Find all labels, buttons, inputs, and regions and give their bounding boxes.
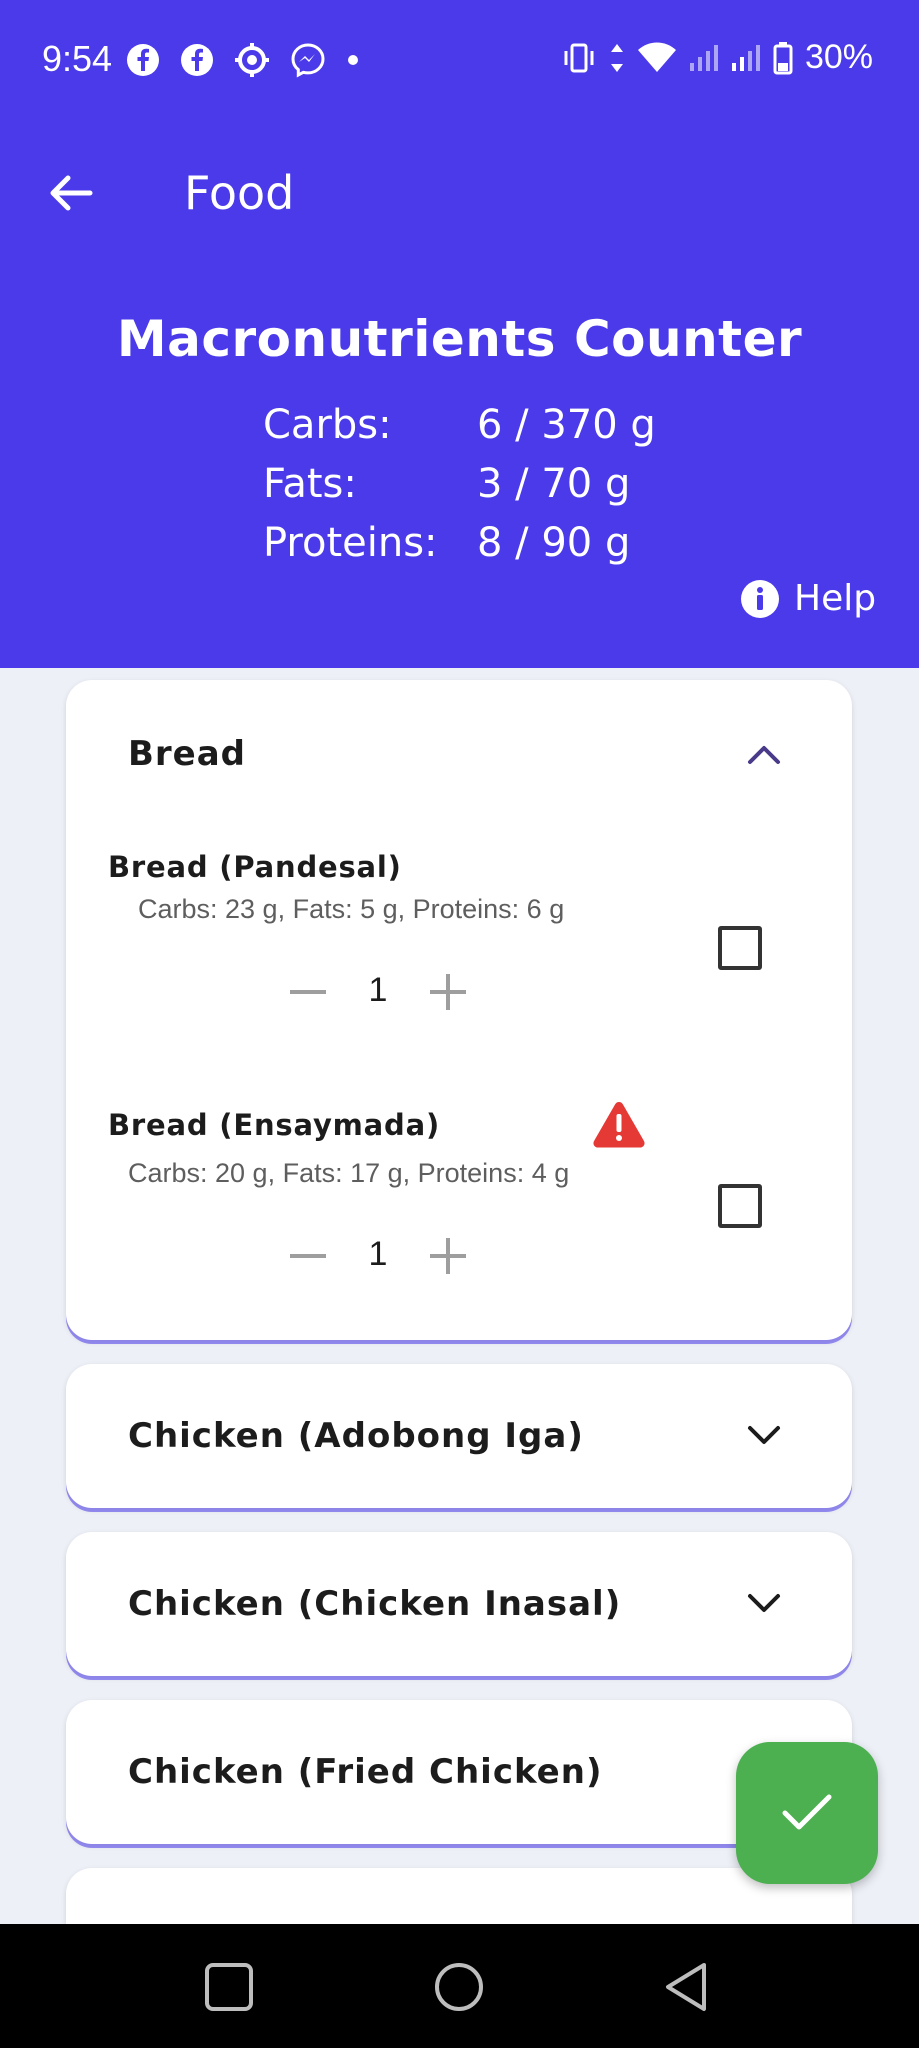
select-checkbox[interactable] [718, 1184, 762, 1228]
chevron-down-icon[interactable] [746, 1424, 782, 1448]
battery-percentage: 30% [804, 38, 873, 76]
settings-gear-icon [235, 43, 269, 77]
category-card-adobong-iga[interactable]: Chicken (Adobong Iga) [66, 1364, 852, 1508]
macro-label: Fats: [263, 461, 357, 507]
counter-title: Macronutrients Counter [116, 310, 803, 368]
decrease-quantity-button[interactable] [288, 972, 328, 1012]
category-title: Chicken (Fried Chicken) [128, 1752, 603, 1792]
vibrate-icon [564, 43, 594, 72]
page-title: Food [184, 166, 295, 220]
confirm-fab-button[interactable] [736, 1742, 878, 1884]
category-title[interactable]: Bread [128, 734, 246, 774]
increase-quantity-button[interactable] [428, 1236, 468, 1276]
facebook-icon [127, 44, 159, 76]
quantity-value: 1 [368, 971, 388, 1009]
dot-icon [348, 55, 358, 65]
food-item-macros: Carbs: 23 g, Fats: 5 g, Proteins: 6 g [138, 894, 565, 924]
food-item-name: Bread (Ensaymada) [108, 1108, 441, 1142]
macro-label: Proteins: [263, 520, 438, 566]
macro-label: Carbs: [263, 402, 392, 448]
battery-icon [773, 41, 793, 74]
warning-icon[interactable] [592, 1100, 646, 1148]
notification-icons [126, 42, 360, 78]
food-item-macros: Carbs: 20 g, Fats: 17 g, Proteins: 4 g [128, 1158, 570, 1188]
signal-icon [689, 44, 718, 71]
header: 9:54 30% Food Macronutrients Counter Car… [0, 0, 919, 668]
macro-value: 8 / 90 g [477, 520, 631, 566]
increase-quantity-button[interactable] [428, 972, 468, 1012]
select-checkbox[interactable] [718, 926, 762, 970]
chevron-down-icon[interactable] [746, 1592, 782, 1616]
info-icon [741, 579, 779, 618]
help-label: Help [794, 578, 877, 619]
category-title: Chicken (Chicken Inasal) [128, 1584, 622, 1624]
decrease-quantity-button[interactable] [288, 1236, 328, 1276]
signal-icon [731, 44, 760, 71]
checkmark-icon [782, 1794, 832, 1830]
chevron-up-icon[interactable] [746, 742, 782, 766]
category-card-bread: Bread Bread (Pandesal) Carbs: 23 g, Fats… [66, 680, 852, 1340]
facebook-icon [181, 44, 213, 76]
macro-value: 3 / 70 g [477, 461, 631, 507]
help-button[interactable]: Help [740, 578, 876, 619]
status-time: 9:54 [42, 38, 113, 79]
food-item-name: Bread (Pandesal) [108, 850, 402, 884]
home-icon[interactable] [432, 1960, 486, 2014]
back-arrow-icon[interactable] [46, 168, 96, 218]
macro-value: 6 / 370 g [477, 402, 656, 448]
back-triangle-icon[interactable] [660, 1960, 714, 2014]
quantity-value: 1 [368, 1235, 388, 1273]
messenger-icon [291, 43, 325, 78]
category-card-chicken-inasal[interactable]: Chicken (Chicken Inasal) [66, 1532, 852, 1676]
data-arrows-icon [610, 43, 623, 72]
system-navigation-bar [0, 1924, 919, 2048]
wifi-icon [637, 42, 676, 72]
system-icons: 30% [561, 38, 873, 77]
recent-apps-icon[interactable] [202, 1960, 256, 2014]
category-card-fried-chicken[interactable]: Chicken (Fried Chicken) [66, 1700, 852, 1844]
status-bar: 9:54 30% [0, 0, 919, 124]
category-title: Chicken (Adobong Iga) [128, 1416, 584, 1456]
